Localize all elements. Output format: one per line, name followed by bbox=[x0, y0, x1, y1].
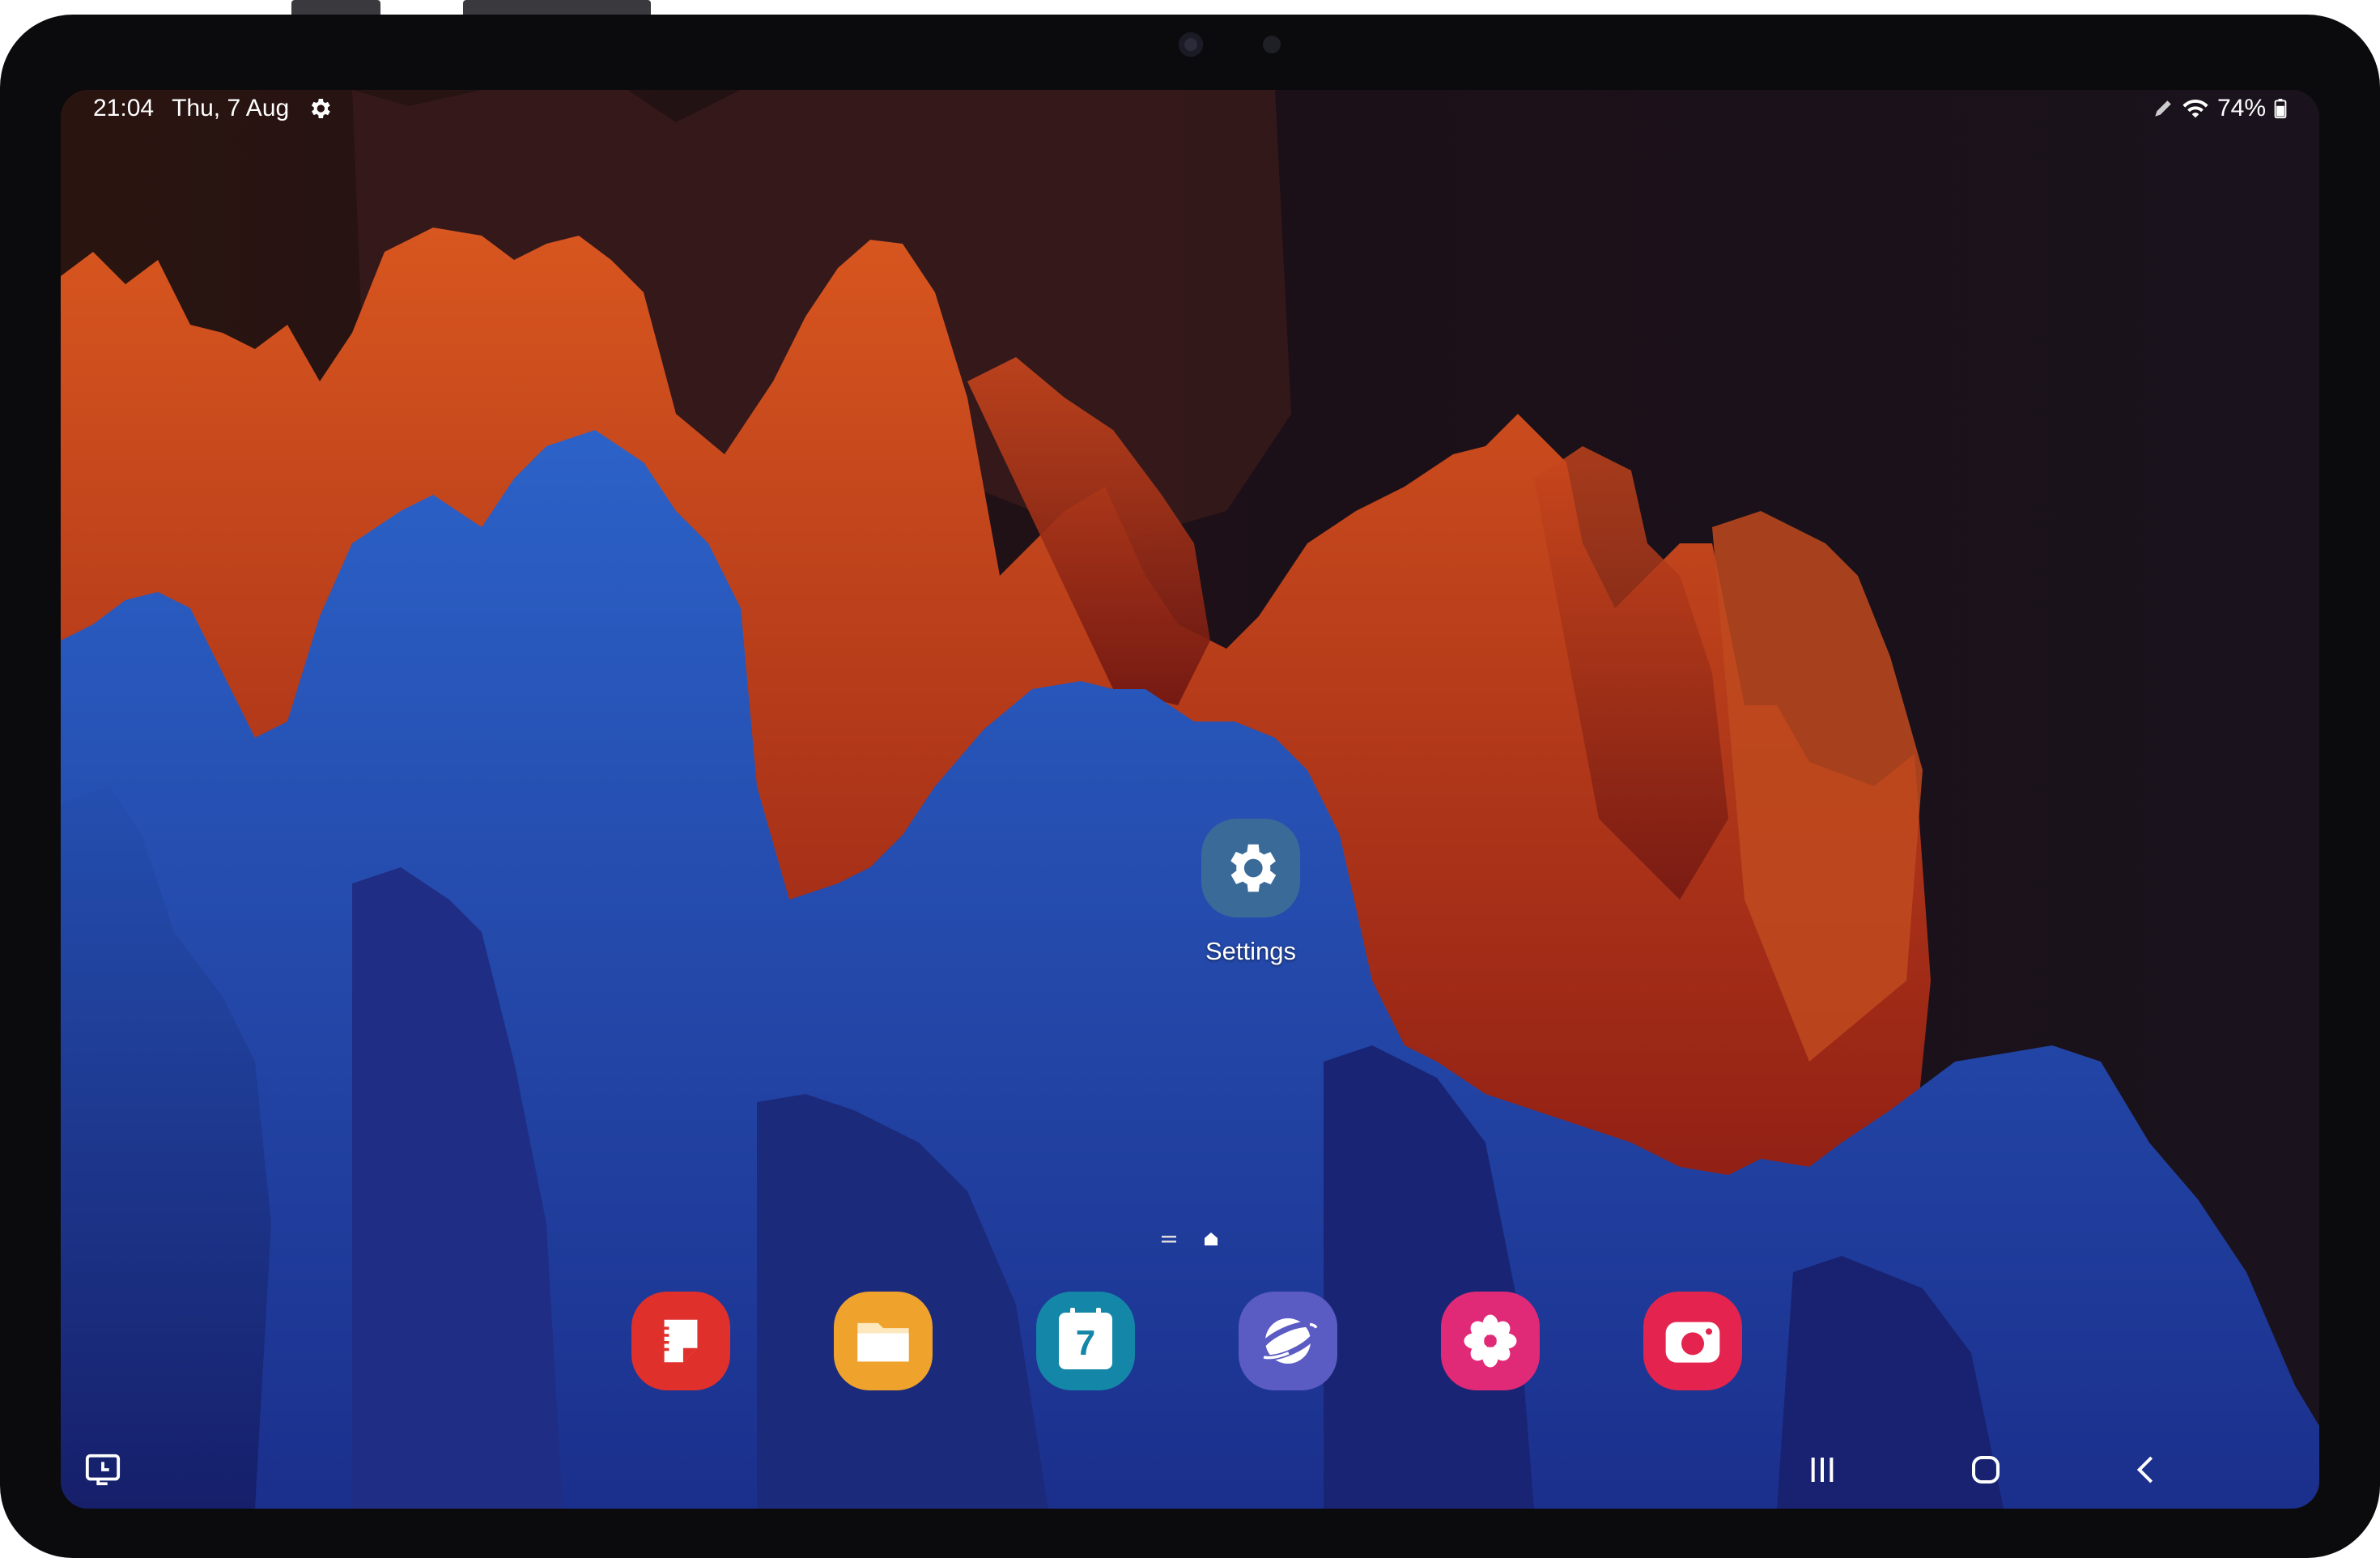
gear-icon bbox=[1201, 819, 1300, 917]
notes-icon bbox=[652, 1313, 709, 1369]
calendar-icon: 7 bbox=[1059, 1308, 1112, 1369]
volume-button bbox=[291, 0, 380, 15]
app-dock: 7 bbox=[631, 1292, 1742, 1390]
camera-icon bbox=[1660, 1313, 1725, 1369]
settings-label: Settings bbox=[1205, 937, 1296, 965]
battery-text: 74% bbox=[2216, 95, 2266, 121]
camera-app[interactable] bbox=[1643, 1292, 1742, 1390]
tablet-frame: 21:04 Thu, 7 Aug 74% Settings 7 bbox=[0, 0, 2380, 1558]
planet-icon bbox=[1254, 1307, 1322, 1375]
clock: 21:04 bbox=[93, 95, 155, 121]
front-camera-icon bbox=[1179, 32, 1203, 57]
home-icon[interactable] bbox=[1953, 1437, 2018, 1502]
flower-icon bbox=[1459, 1309, 1522, 1373]
date: Thu, 7 Aug bbox=[172, 95, 290, 121]
home-screen: 21:04 Thu, 7 Aug 74% Settings 7 bbox=[61, 90, 2319, 1509]
wifi-icon bbox=[2182, 96, 2209, 121]
calendar-day: 7 bbox=[1075, 1323, 1096, 1363]
settings-shortcut[interactable]: Settings bbox=[1137, 819, 1364, 966]
page-indicator[interactable] bbox=[1162, 1232, 1218, 1246]
navigation-bar bbox=[61, 1432, 2319, 1505]
power-button bbox=[463, 0, 651, 15]
sensor-icon bbox=[1263, 36, 1281, 53]
folder-icon bbox=[852, 1314, 914, 1368]
status-bar: 21:04 Thu, 7 Aug 74% bbox=[61, 90, 2319, 135]
recents-icon[interactable] bbox=[1790, 1437, 1855, 1502]
battery-charging-icon bbox=[2274, 98, 2287, 119]
screenshot-icon[interactable] bbox=[70, 1437, 135, 1502]
menu-lines-icon[interactable] bbox=[1162, 1233, 1176, 1245]
gallery-app[interactable] bbox=[1441, 1292, 1540, 1390]
files-app[interactable] bbox=[834, 1292, 933, 1390]
pen-icon bbox=[2153, 98, 2174, 119]
internet-app[interactable] bbox=[1239, 1292, 1337, 1390]
gear-icon bbox=[307, 96, 333, 121]
home-dot-icon[interactable] bbox=[1204, 1232, 1218, 1246]
notes-app[interactable] bbox=[631, 1292, 730, 1390]
back-icon[interactable] bbox=[2114, 1437, 2178, 1502]
calendar-app[interactable]: 7 bbox=[1036, 1292, 1135, 1390]
